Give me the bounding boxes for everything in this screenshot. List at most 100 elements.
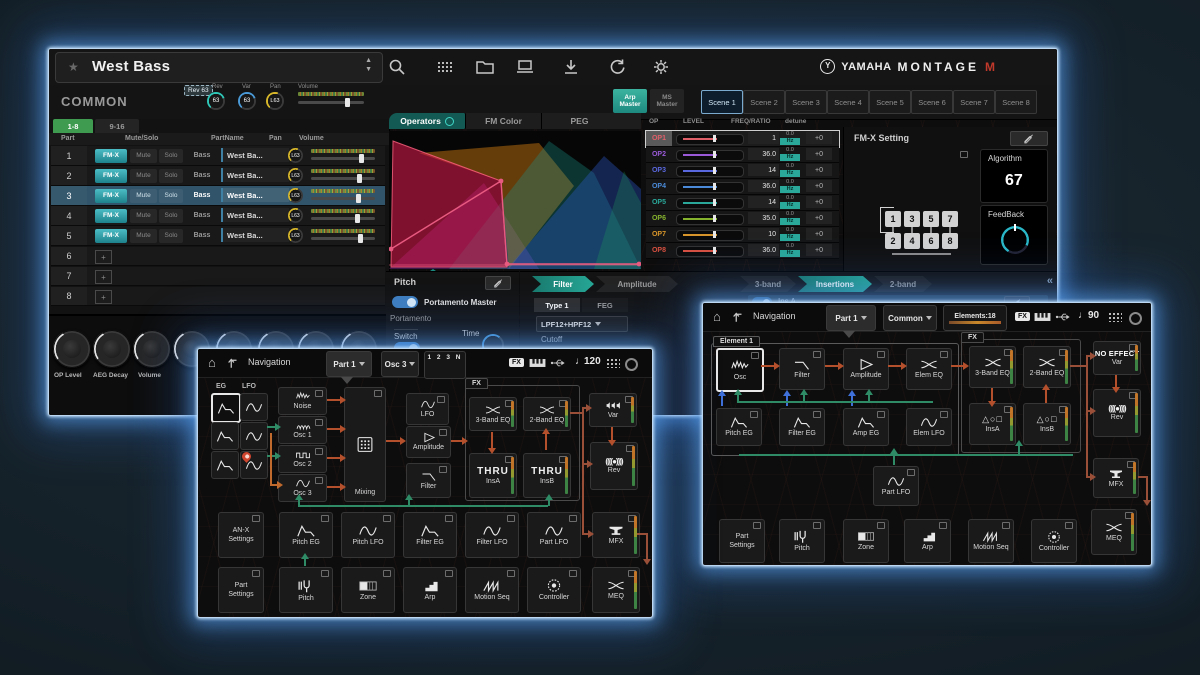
osc-select-box[interactable]: 1 2 3 N: [424, 351, 466, 379]
record-circle-icon[interactable]: [1129, 312, 1142, 325]
freq-value[interactable]: 36.0: [748, 180, 779, 192]
block-mfx[interactable]: MFX: [1093, 458, 1139, 498]
arp-master-button[interactable]: ArpMaster: [613, 89, 647, 113]
part-volume-handle[interactable]: [356, 194, 361, 203]
block-amplitude[interactable]: Amplitude: [406, 426, 451, 458]
block-part-settings[interactable]: PartSettings: [719, 519, 765, 563]
tab-type-1[interactable]: Type 1: [534, 298, 580, 312]
block-ins-a[interactable]: △○□InsA: [969, 403, 1016, 445]
ms-master-button[interactable]: MSMaster: [650, 89, 684, 113]
add-part-button[interactable]: +: [95, 270, 112, 284]
block-motion-seq[interactable]: Motion Seq: [968, 519, 1014, 563]
block-eg-1[interactable]: [211, 393, 241, 423]
scene-2-button[interactable]: Scene 2: [743, 90, 785, 114]
block-ins-b[interactable]: △○□InsB: [1023, 403, 1071, 445]
home-icon[interactable]: ⌂: [208, 355, 216, 370]
scene-8-button[interactable]: Scene 8: [995, 90, 1037, 114]
part-name-field[interactable]: West Ba...: [221, 168, 289, 182]
solo-button[interactable]: Solo: [159, 189, 183, 203]
mute-button[interactable]: Mute: [130, 189, 157, 203]
mute-button[interactable]: Mute: [130, 229, 157, 243]
up-level-icon[interactable]: [226, 355, 241, 370]
block-mfx[interactable]: MFX: [592, 512, 640, 558]
block-arp[interactable]: Arp: [904, 519, 951, 563]
part-row-3-selected[interactable]: 3 FM-X Mute Solo Bass West Ba... L63: [51, 186, 385, 206]
op-row-4[interactable]: OP4 36.0 0.0 Hz +0: [646, 179, 839, 195]
slider-handle[interactable]: [713, 167, 716, 174]
freq-value[interactable]: 14: [748, 196, 779, 208]
block-rev[interactable]: ((((●))))Rev: [590, 442, 638, 490]
detune-value[interactable]: +0: [806, 244, 832, 256]
assign-knob-2[interactable]: [93, 330, 131, 368]
operator-envelope-graph[interactable]: [389, 131, 641, 269]
slider-handle[interactable]: [713, 199, 716, 206]
freq-value[interactable]: 1: [748, 132, 779, 144]
scene-7-button[interactable]: Scene 7: [953, 90, 995, 114]
scene-1-button[interactable]: Scene 1: [701, 90, 743, 114]
block-eg-2[interactable]: [211, 422, 239, 450]
tab-feg[interactable]: FEG: [582, 298, 628, 312]
var-knob[interactable]: 63: [238, 92, 256, 110]
op-row-1[interactable]: OP1 1 0.0 Hz +0: [646, 131, 839, 147]
part-row-2[interactable]: 2 FM-X Mute Solo Bass West Ba... L63: [51, 166, 385, 186]
freq-value[interactable]: 14: [748, 164, 779, 176]
keyboard-icon[interactable]: [529, 358, 546, 368]
part-volume-handle[interactable]: [355, 214, 360, 223]
scene-4-button[interactable]: Scene 4: [827, 90, 869, 114]
slider-handle[interactable]: [713, 151, 716, 158]
detune-value[interactable]: +0: [806, 132, 832, 144]
slider-handle[interactable]: [713, 247, 716, 254]
op-row-2[interactable]: OP2 36.0 0.0 Hz +0: [646, 147, 839, 163]
slider-handle[interactable]: [713, 215, 716, 222]
detune-value[interactable]: +0: [806, 180, 832, 192]
device-icon[interactable]: [515, 57, 535, 77]
block-pitch[interactable]: Pitch: [279, 567, 333, 613]
block-lfo-1[interactable]: [240, 393, 268, 421]
block-amplitude[interactable]: Amplitude: [843, 348, 889, 390]
detune-value[interactable]: +0: [806, 196, 832, 208]
tab-filter[interactable]: Filter: [532, 276, 594, 292]
favorite-star-icon[interactable]: ★: [68, 60, 79, 74]
op-row-3[interactable]: OP3 14 0.0 Hz +0: [646, 163, 839, 179]
block-zone[interactable]: Zone: [341, 567, 395, 613]
part-volume-slider[interactable]: [311, 217, 375, 220]
assign-knob-1[interactable]: [53, 330, 91, 368]
part-row-4[interactable]: 4 FM-X Mute Solo Bass West Ba... L63: [51, 206, 385, 226]
pan-knob[interactable]: L63: [288, 208, 303, 223]
block-osc-2[interactable]: Osc 2: [278, 445, 327, 473]
block-rev[interactable]: ((((●))))Rev: [1093, 389, 1141, 437]
tempo-value[interactable]: 90: [1088, 310, 1099, 321]
block-pitch-lfo[interactable]: Pitch LFO: [341, 512, 395, 558]
mute-button[interactable]: Mute: [130, 209, 157, 223]
block-motion-seq[interactable]: Motion Seq: [465, 567, 519, 613]
block-part-settings[interactable]: PartSettings: [218, 567, 264, 613]
tab-parts-9-16[interactable]: 9-16: [95, 119, 139, 133]
block-filter-eg[interactable]: Filter EG: [779, 408, 825, 446]
add-part-button[interactable]: +: [95, 250, 112, 264]
add-part-button[interactable]: +: [95, 290, 112, 304]
block-lfo-2[interactable]: [240, 422, 268, 450]
up-level-icon[interactable]: [731, 309, 746, 324]
freq-value[interactable]: 10: [748, 228, 779, 240]
block-ins-a[interactable]: THRUInsA: [469, 453, 517, 498]
part-name-field[interactable]: West Ba...: [221, 188, 289, 202]
collapse-handle[interactable]: «: [1047, 275, 1053, 287]
block-arp[interactable]: Arp: [403, 567, 457, 613]
solo-button[interactable]: Solo: [159, 149, 183, 163]
record-circle-icon[interactable]: [625, 358, 638, 371]
home-icon[interactable]: ⌂: [713, 309, 721, 324]
part-volume-handle[interactable]: [359, 154, 364, 163]
block-lfo[interactable]: LFO: [406, 393, 449, 425]
part-type-badge[interactable]: FM-X: [95, 189, 127, 203]
block-part-lfo[interactable]: Part LFO: [873, 466, 919, 506]
grid-menu-icon[interactable]: [606, 358, 620, 368]
op-level-slider[interactable]: [676, 214, 744, 225]
solo-button[interactable]: Solo: [159, 169, 183, 183]
mute-button[interactable]: Mute: [130, 149, 157, 163]
block-elem-eq[interactable]: Elem EQ: [906, 348, 952, 390]
settings-gear-icon[interactable]: [651, 57, 671, 77]
block-2-band-eq[interactable]: 2-Band EQ: [523, 397, 571, 431]
block-ins-b[interactable]: THRUInsB: [523, 453, 571, 498]
tab-3-band[interactable]: 3-band: [740, 276, 796, 292]
detune-value[interactable]: +0: [806, 164, 832, 176]
